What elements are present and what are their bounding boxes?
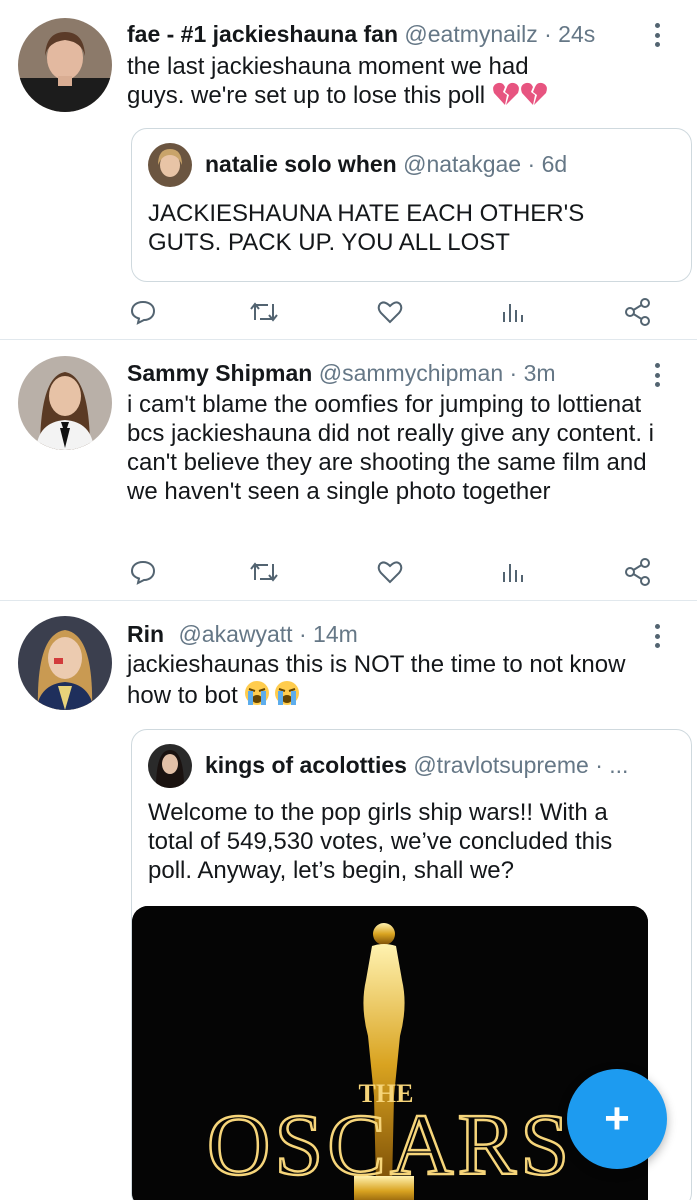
- display-name[interactable]: Sammy Shipman: [127, 360, 312, 386]
- crying-face-emoji: [244, 679, 302, 714]
- tweet[interactable]: Sammy Shipman @sammychipman · 3m i cam't…: [0, 340, 697, 601]
- compose-button[interactable]: +: [567, 1069, 667, 1169]
- tweet-body: the last jackieshauna moment we had guys…: [127, 53, 529, 109]
- separator: ·: [527, 151, 536, 177]
- avatar[interactable]: [18, 18, 112, 112]
- image-text-main: OSCARS: [207, 1097, 573, 1194]
- tweet-header: Sammy Shipman @sammychipman · 3m: [127, 358, 637, 388]
- tweet-text: jackieshaunas this is NOT the time to no…: [127, 650, 667, 714]
- quoted-text: Welcome to the pop girls ship wars!! Wit…: [148, 799, 613, 884]
- quoted-image[interactable]: THE OSCARS: [132, 906, 648, 1200]
- avatar[interactable]: [18, 616, 112, 710]
- tweet[interactable]: fae - #1 jackieshauna fan @eatmynailz · …: [0, 0, 697, 340]
- more-icon[interactable]: [645, 20, 669, 50]
- more-icon[interactable]: [645, 621, 669, 651]
- tweet-actions: [127, 296, 667, 328]
- compose-icon: +: [604, 1094, 630, 1143]
- display-name[interactable]: fae - #1 jackieshauna fan: [127, 21, 398, 47]
- tweet-actions: [127, 556, 667, 588]
- separator: ·: [298, 621, 307, 647]
- quoted-timestamp: 6d: [541, 151, 568, 177]
- separator: · ...: [595, 752, 629, 778]
- tweet-header: Rin @akawyatt · 14m: [127, 619, 637, 649]
- timestamp[interactable]: 14m: [313, 621, 358, 647]
- tweet-header: fae - #1 jackieshauna fan @eatmynailz · …: [127, 19, 637, 49]
- analytics-icon[interactable]: [497, 296, 529, 328]
- like-icon[interactable]: [374, 296, 406, 328]
- separator: ·: [509, 360, 518, 386]
- display-name[interactable]: Rin: [127, 621, 164, 647]
- user-handle[interactable]: @sammychipman: [319, 360, 503, 386]
- share-icon[interactable]: [622, 556, 654, 588]
- quoted-avatar: [148, 744, 192, 788]
- retweet-icon[interactable]: [248, 556, 280, 588]
- tweet-text: i cam't blame the oomfies for jumping to…: [127, 391, 654, 505]
- quoted-avatar: [148, 143, 192, 187]
- quoted-handle: @natakgae: [403, 151, 522, 177]
- reply-icon[interactable]: [127, 296, 159, 328]
- tweet-text: the last jackieshauna moment we had guys…: [127, 52, 567, 114]
- quoted-display-name: kings of acolotties: [205, 752, 407, 778]
- user-handle[interactable]: @akawyatt: [178, 621, 292, 647]
- analytics-icon[interactable]: [497, 556, 529, 588]
- more-icon[interactable]: [645, 360, 669, 390]
- quoted-header: kings of acolotties @travlotsupreme · ..…: [205, 750, 679, 780]
- like-icon[interactable]: [374, 556, 406, 588]
- timestamp[interactable]: 24s: [558, 21, 595, 47]
- timestamp[interactable]: 3m: [524, 360, 556, 386]
- quoted-handle: @travlotsupreme: [413, 752, 589, 778]
- avatar[interactable]: [18, 356, 112, 450]
- quoted-display-name: natalie solo when: [205, 151, 397, 177]
- quoted-tweet[interactable]: natalie solo when @natakgae · 6d JACKIES…: [131, 128, 692, 282]
- reply-icon[interactable]: [127, 556, 159, 588]
- quoted-header: natalie solo when @natakgae · 6d: [205, 149, 679, 179]
- quoted-text: JACKIESHAUNA HATE EACH OTHER'S GUTS. PAC…: [148, 200, 585, 256]
- separator: ·: [544, 21, 552, 47]
- tweet-body: jackieshaunas this is NOT the time to no…: [127, 651, 626, 709]
- retweet-icon[interactable]: [248, 296, 280, 328]
- user-handle[interactable]: @eatmynailz: [404, 21, 537, 47]
- share-icon[interactable]: [622, 296, 654, 328]
- broken-heart-emoji: [492, 81, 548, 114]
